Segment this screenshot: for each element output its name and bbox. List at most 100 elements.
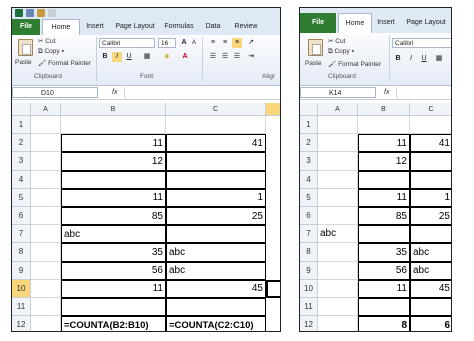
row-header-11[interactable]: 11 — [300, 298, 318, 317]
paste-label[interactable]: Paste — [305, 60, 322, 67]
cell-a12[interactable] — [31, 316, 61, 331]
cell-c6[interactable]: 25 — [410, 207, 451, 226]
cell-a5[interactable] — [318, 188, 358, 207]
cell-a11[interactable] — [318, 298, 358, 317]
cell-a9[interactable] — [318, 261, 358, 280]
cell-a6[interactable] — [318, 207, 358, 226]
format-painter-button[interactable]: 🖌 Format Painter — [328, 60, 381, 68]
tab-insert[interactable]: Insert — [80, 19, 110, 35]
align-left-icon[interactable]: ☰ — [208, 52, 218, 62]
borders-icon[interactable]: ▦ — [142, 52, 152, 62]
cell-c10[interactable]: 45 — [166, 279, 266, 298]
row-header-8[interactable]: 8 — [300, 243, 318, 262]
cell-a6[interactable] — [31, 207, 61, 226]
cell-c9[interactable]: abc — [166, 261, 266, 280]
cell-c2[interactable]: 41 — [166, 134, 266, 153]
cell-a5[interactable] — [31, 188, 61, 207]
cell-a1[interactable] — [318, 116, 358, 135]
fx-icon[interactable]: fx — [384, 87, 389, 98]
cell-c5[interactable]: 1 — [410, 188, 451, 207]
cell-b1[interactable] — [358, 116, 410, 135]
cell-c3[interactable] — [166, 152, 266, 171]
cell-a2[interactable] — [31, 134, 61, 153]
cell-b4[interactable] — [358, 170, 410, 189]
cell-a11[interactable] — [31, 298, 61, 317]
font-name-combo[interactable]: Calibri — [99, 38, 155, 48]
cell-b5[interactable]: 11 — [358, 188, 410, 207]
row-header-3[interactable]: 3 — [300, 152, 318, 171]
cell-b2[interactable]: 11 — [61, 134, 166, 153]
format-painter-button[interactable]: 🖌 Format Painter — [38, 59, 91, 67]
align-bottom-icon[interactable]: ≡ — [232, 38, 242, 48]
cell-c8[interactable]: abc — [166, 243, 266, 262]
cell-c1[interactable] — [166, 116, 266, 135]
row-header-2[interactable]: 2 — [300, 134, 318, 153]
tab-file[interactable]: File — [12, 19, 40, 35]
cell-a9[interactable] — [31, 261, 61, 280]
row-header-5[interactable]: 5 — [300, 188, 318, 207]
cell-b2[interactable]: 11 — [358, 134, 410, 153]
row-header-6[interactable]: 6 — [300, 207, 318, 226]
cell-c4[interactable] — [410, 170, 451, 189]
cell-a7[interactable] — [31, 225, 61, 244]
indent-icon[interactable]: ⇥ — [246, 52, 256, 62]
bold-button[interactable]: B — [100, 52, 110, 62]
cell-c2[interactable]: 41 — [410, 134, 451, 153]
bold-button[interactable]: B — [393, 54, 403, 64]
orientation-icon[interactable]: ↗ — [246, 38, 256, 48]
cell-c11[interactable] — [410, 298, 451, 317]
cell-a8[interactable] — [318, 243, 358, 262]
column-header-b[interactable]: B — [61, 103, 166, 116]
row-header-1[interactable]: 1 — [300, 116, 318, 135]
column-header-c[interactable]: C — [410, 103, 451, 116]
cell-b8[interactable]: 35 — [61, 243, 166, 262]
cell-b9[interactable]: 56 — [61, 261, 166, 280]
font-name-combo[interactable]: Calibri — [392, 38, 451, 48]
cell-b10[interactable]: 11 — [358, 279, 410, 298]
cell-a12[interactable] — [318, 316, 358, 331]
cell-c7[interactable] — [166, 225, 266, 244]
row-header-10[interactable]: 10 — [300, 279, 318, 298]
cell-b10[interactable]: 11 — [61, 279, 166, 298]
cell-a4[interactable] — [318, 170, 358, 189]
cell-b12[interactable]: =COUNTA(B2:B10) — [61, 316, 166, 331]
copy-button[interactable]: ⧉ Copy ▾ — [38, 48, 64, 56]
fill-color-icon[interactable]: ◈ — [162, 52, 172, 62]
fx-icon[interactable]: fx — [112, 87, 117, 98]
row-header-5[interactable]: 5 — [12, 188, 31, 207]
cell-b11[interactable] — [358, 298, 410, 317]
cell-c5[interactable]: 1 — [166, 188, 266, 207]
row-header-3[interactable]: 3 — [12, 152, 31, 171]
cell-a7[interactable]: abc — [318, 225, 358, 244]
column-header-d[interactable] — [266, 103, 280, 116]
cell-a10[interactable] — [318, 279, 358, 298]
cell-c6[interactable]: 25 — [166, 207, 266, 226]
cell-a3[interactable] — [31, 152, 61, 171]
row-header-2[interactable]: 2 — [12, 134, 31, 153]
select-all-corner[interactable] — [12, 103, 31, 116]
cell-c8[interactable]: abc — [410, 243, 451, 262]
row-header-12[interactable]: 12 — [300, 316, 318, 331]
row-header-4[interactable]: 4 — [12, 170, 31, 189]
font-color-icon[interactable]: A — [180, 52, 190, 62]
cell-c7[interactable] — [410, 225, 451, 244]
cell-a4[interactable] — [31, 170, 61, 189]
cell-b8[interactable]: 35 — [358, 243, 410, 262]
cell-c12[interactable]: =COUNTA(C2:C10) — [166, 316, 266, 331]
cell-b3[interactable]: 12 — [61, 152, 166, 171]
tab-file[interactable]: File — [300, 13, 336, 33]
cell-b11[interactable] — [61, 298, 166, 317]
row-header-7[interactable]: 7 — [300, 225, 318, 244]
worksheet-grid[interactable]: A B C 1 2 11 41 3 12 4 5 11 1 6 85 25 7 abc 8 35 abc 9 56 ab… — [12, 103, 280, 331]
cell-c3[interactable] — [410, 152, 451, 171]
worksheet-grid[interactable]: A B C 1 2 11 41 3 12 4 5 11 1 6 85 25 7 abc 8 35 abc 9 56 ab… — [300, 103, 451, 331]
name-box[interactable]: D10 — [12, 87, 98, 98]
cell-c10[interactable]: 45 — [410, 279, 451, 298]
align-middle-icon[interactable]: ≡ — [220, 38, 230, 48]
tab-data[interactable]: Data — [200, 19, 226, 35]
row-header-9[interactable]: 9 — [300, 261, 318, 280]
formula-input[interactable] — [396, 87, 451, 98]
formula-input[interactable] — [124, 87, 280, 98]
cell-c4[interactable] — [166, 170, 266, 189]
align-top-icon[interactable]: ≡ — [208, 38, 218, 48]
